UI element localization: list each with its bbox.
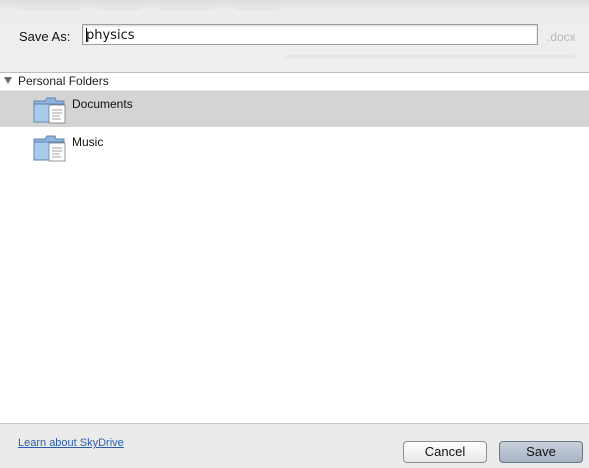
save-as-header: Save As: .docx (0, 0, 589, 73)
filename-input[interactable] (82, 24, 538, 45)
background-ghost (100, 6, 140, 10)
cancel-button[interactable]: Cancel (403, 441, 487, 463)
folder-icon (33, 135, 66, 162)
folder-icon (33, 97, 66, 124)
background-ghost (20, 6, 80, 10)
disclosure-triangle-icon[interactable] (4, 77, 12, 84)
background-ghost (285, 55, 575, 59)
file-extension-label: .docx (547, 30, 576, 44)
text-cursor (86, 28, 87, 42)
folder-row-documents[interactable]: Documents (0, 91, 589, 127)
folder-list: Personal Folders Documents Music (0, 73, 589, 423)
folder-label: Music (72, 135, 104, 149)
background-ghost (160, 6, 215, 10)
folder-row-music[interactable]: Music (0, 129, 589, 165)
group-label: Personal Folders (18, 74, 109, 88)
folder-label: Documents (72, 97, 133, 111)
background-ghost (235, 6, 280, 10)
dialog-footer: Learn about SkyDrive Cancel Save (0, 423, 589, 468)
learn-about-skydrive-link[interactable]: Learn about SkyDrive (18, 437, 124, 449)
save-button[interactable]: Save (499, 441, 583, 463)
save-as-label: Save As: (19, 29, 71, 44)
group-header-personal-folders[interactable]: Personal Folders (0, 73, 589, 91)
save-dialog: Save As: .docx Personal Folders Document… (0, 0, 589, 468)
